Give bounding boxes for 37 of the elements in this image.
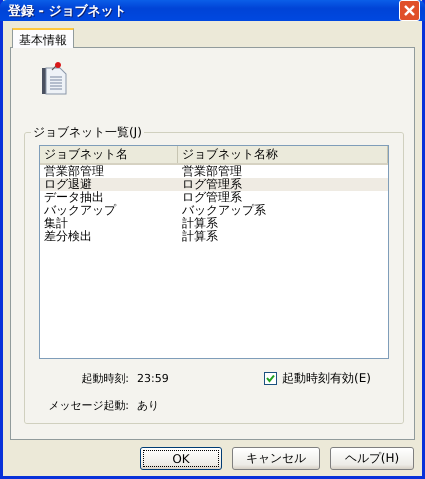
table-cell-text: データ抽出 — [43, 191, 105, 204]
table-cell-text: ログ退避 — [43, 178, 93, 191]
tab[interactable]: 基本情報 — [12, 28, 74, 48]
start-time-enabled-checkbox[interactable]: 起動時刻有効(E) — [264, 370, 371, 386]
table-cell-text: 計算系 — [181, 217, 219, 230]
list-row[interactable]: 集計 計算系 — [40, 217, 388, 230]
start-time-value: 23:59 — [137, 372, 169, 384]
table-cell-text: 営業部管理 — [43, 165, 105, 178]
message-start-label: メッセージ起動: — [47, 398, 129, 412]
list-row[interactable]: 営業部管理 営業部管理 — [40, 165, 388, 178]
column-header[interactable]: ジョブネット名 — [40, 146, 178, 163]
message-start-value: あり — [137, 398, 159, 412]
check-icon — [266, 374, 276, 382]
close-button[interactable] — [399, 0, 420, 21]
table-cell-text: 営業部管理 — [181, 165, 243, 178]
table-cell-text: ログ管理系 — [181, 178, 243, 191]
document-pin-icon — [41, 62, 67, 96]
list-row[interactable]: 差分検出 計算系 — [40, 230, 388, 243]
checkbox-label: 起動時刻有効(E) — [282, 370, 371, 386]
list-row[interactable]: バックアップ バックアップ系 — [40, 204, 388, 217]
table-cell-text: ログ管理系 — [181, 191, 243, 204]
close-icon — [403, 4, 416, 17]
table-cell-text: 集計 — [43, 217, 69, 230]
group-title: ジョブネット一覧(J) — [32, 124, 143, 141]
list-row[interactable]: データ抽出 ログ管理系 — [40, 191, 388, 204]
window-title: 登録 - ジョブネット — [8, 2, 126, 20]
dialog-button[interactable]: キャンセル — [232, 447, 320, 470]
table-cell-text: 差分検出 — [43, 230, 93, 243]
checkbox[interactable] — [264, 372, 278, 384]
list-row[interactable]: ログ退避 ログ管理系 — [40, 178, 388, 191]
table-cell-text: バックアップ系 — [181, 204, 267, 217]
table-cell-text: 計算系 — [181, 230, 219, 243]
start-time-label: 起動時刻: — [80, 370, 129, 386]
dialog-button[interactable]: OK — [140, 447, 222, 470]
table-cell-text: バックアップ — [43, 204, 118, 217]
column-header[interactable]: ジョブネット名称 — [178, 146, 388, 163]
dialog-button[interactable]: ヘルプ(H) — [330, 447, 414, 470]
